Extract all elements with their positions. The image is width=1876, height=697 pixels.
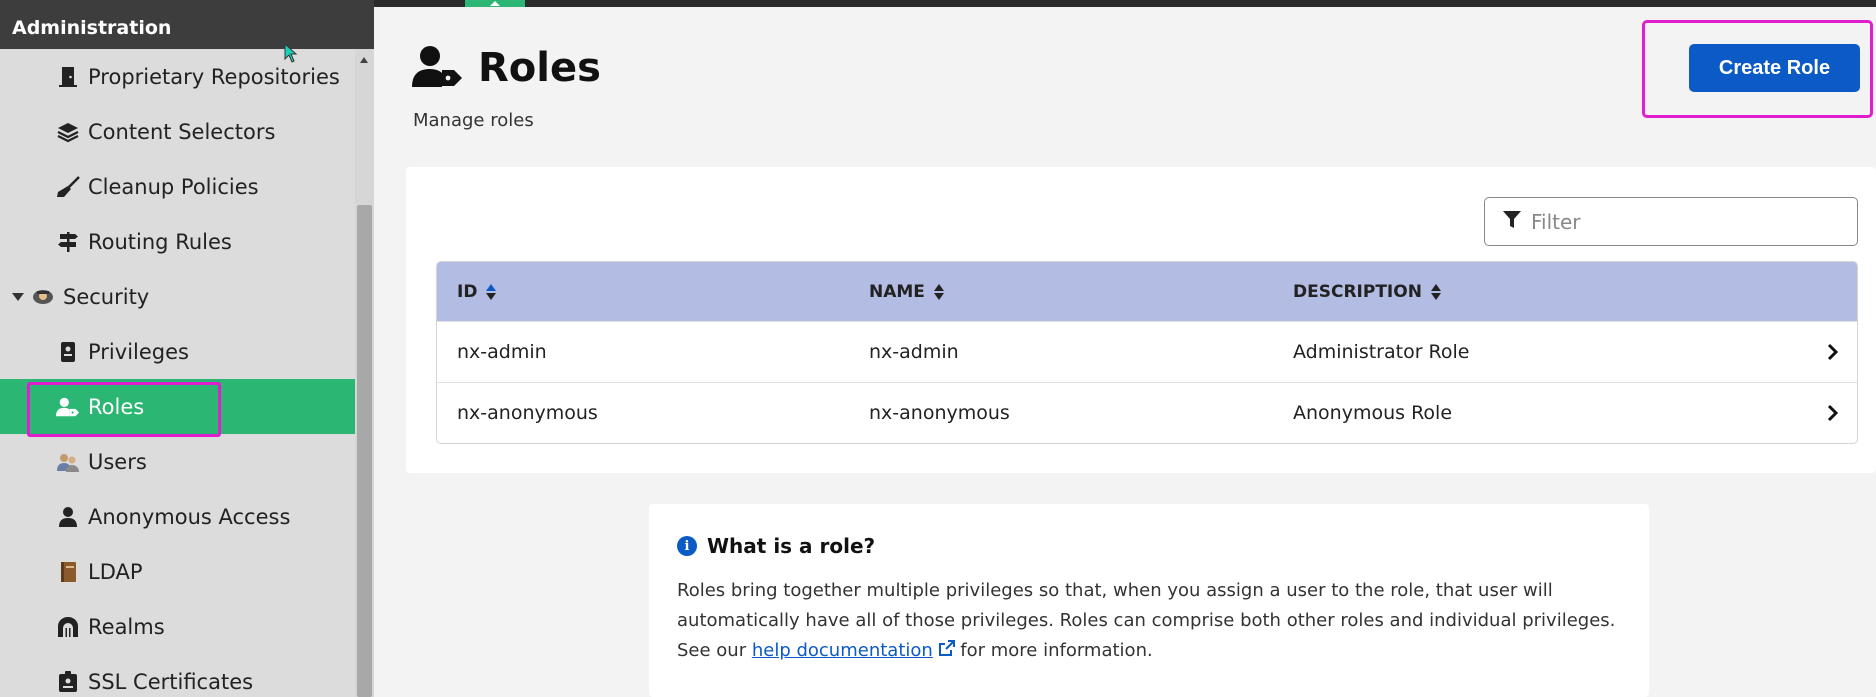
- column-header-label: ID: [457, 281, 478, 302]
- cell-name: nx-admin: [869, 341, 959, 363]
- door-icon: [56, 65, 80, 89]
- sidebar-item-users[interactable]: Users: [0, 434, 355, 489]
- cell-name: nx-anonymous: [869, 402, 1010, 424]
- user-tag-icon: [412, 45, 464, 91]
- security-guard-icon: [31, 285, 55, 309]
- filter-input[interactable]: [1531, 209, 1831, 234]
- sort-icon[interactable]: [1430, 283, 1441, 300]
- page-title: Roles: [478, 45, 601, 91]
- signpost-icon: [56, 230, 80, 254]
- cell-id: nx-admin: [457, 341, 547, 363]
- cell-description: Anonymous Role: [1293, 402, 1453, 424]
- info-box: i What is a role? Roles bring together m…: [649, 504, 1649, 697]
- sidebar-item-label: Realms: [88, 614, 165, 639]
- scroll-up-arrow-icon[interactable]: [360, 57, 368, 63]
- page-header: Roles: [412, 45, 601, 91]
- info-heading: i What is a role?: [677, 534, 1621, 558]
- sidebar-item-label: Users: [88, 449, 147, 474]
- sidebar-item-cleanup-policies[interactable]: Cleanup Policies: [0, 159, 355, 214]
- sidebar-item-label: Proprietary Repositories: [88, 64, 340, 89]
- sort-icon[interactable]: [933, 283, 944, 300]
- cell-description: Administrator Role: [1293, 341, 1470, 363]
- user-icon: [56, 505, 80, 529]
- page-subtitle: Manage roles: [413, 110, 534, 131]
- sidebar-item-roles[interactable]: Roles: [0, 379, 355, 437]
- id-card-icon: [56, 670, 80, 694]
- sidebar-item-label: Privileges: [88, 339, 189, 364]
- main-content: Roles Manage roles Create Role ID NAME: [374, 7, 1876, 697]
- column-header-id[interactable]: ID: [437, 282, 869, 302]
- info-icon: i: [677, 536, 697, 556]
- sidebar-item-proprietary-repositories[interactable]: Proprietary Repositories: [0, 49, 355, 104]
- sidebar-item-content-selectors[interactable]: Content Selectors: [0, 104, 355, 159]
- sidebar-item-realms[interactable]: Realms: [0, 599, 355, 654]
- info-title: What is a role?: [707, 534, 876, 558]
- sidebar-item-ldap[interactable]: LDAP: [0, 544, 355, 599]
- column-header-label: NAME: [869, 281, 925, 302]
- sidebar-item-label: Routing Rules: [88, 229, 232, 254]
- sidebar-nav: Proprietary Repositories Content Selecto…: [0, 49, 355, 697]
- column-header-name[interactable]: NAME: [869, 282, 1293, 302]
- sidebar-item-label: LDAP: [88, 559, 143, 584]
- badge-icon: [56, 340, 80, 364]
- roles-panel: ID NAME DESCRIPTION nx-admin nx-admin Ad…: [406, 167, 1876, 473]
- sidebar-item-ssl-certificates[interactable]: SSL Certificates: [0, 654, 355, 697]
- sidebar-item-privileges[interactable]: Privileges: [0, 324, 355, 379]
- help-documentation-link[interactable]: help documentation: [752, 640, 933, 661]
- column-header-description[interactable]: DESCRIPTION: [1293, 282, 1813, 302]
- scrollbar-thumb[interactable]: [357, 205, 372, 697]
- sidebar-item-routing-rules[interactable]: Routing Rules: [0, 214, 355, 269]
- filter-box[interactable]: [1484, 197, 1858, 246]
- sidebar-group-label: Security: [63, 284, 150, 309]
- table-row[interactable]: nx-admin nx-admin Administrator Role: [437, 321, 1857, 382]
- sidebar-scrollbar[interactable]: [355, 49, 374, 697]
- dungeon-icon: [56, 615, 80, 639]
- cell-id: nx-anonymous: [457, 402, 598, 424]
- top-notch: [465, 0, 525, 7]
- sort-icon[interactable]: [486, 283, 497, 300]
- caret-down-icon[interactable]: [12, 292, 24, 301]
- create-role-button[interactable]: Create Role: [1689, 44, 1860, 92]
- sidebar: Administration Proprietary Repositories …: [0, 0, 374, 697]
- column-header-label: DESCRIPTION: [1293, 281, 1422, 302]
- chevron-right-icon[interactable]: [1813, 343, 1853, 361]
- layers-icon: [56, 120, 80, 144]
- external-link-icon[interactable]: [938, 640, 955, 661]
- sidebar-item-label: Cleanup Policies: [88, 174, 259, 199]
- filter-icon: [1503, 210, 1521, 233]
- table-header: ID NAME DESCRIPTION: [437, 262, 1857, 321]
- user-tag-icon: [56, 395, 80, 419]
- mouse-cursor-icon: [284, 43, 298, 63]
- sidebar-item-label: Anonymous Access: [88, 504, 291, 529]
- sidebar-item-label: Content Selectors: [88, 119, 276, 144]
- sidebar-title: Administration: [0, 0, 374, 49]
- table-row[interactable]: nx-anonymous nx-anonymous Anonymous Role: [437, 382, 1857, 443]
- users-icon: [56, 450, 80, 474]
- broom-icon: [56, 175, 80, 199]
- info-text: Roles bring together multiple privileges…: [677, 576, 1621, 666]
- sidebar-item-label: SSL Certificates: [88, 669, 254, 694]
- book-icon: [56, 560, 80, 584]
- sidebar-group-security[interactable]: Security: [0, 269, 355, 324]
- roles-table: ID NAME DESCRIPTION nx-admin nx-admin Ad…: [436, 261, 1858, 444]
- info-text-after: for more information.: [954, 640, 1153, 661]
- chevron-right-icon[interactable]: [1813, 404, 1853, 422]
- sidebar-item-anonymous-access[interactable]: Anonymous Access: [0, 489, 355, 544]
